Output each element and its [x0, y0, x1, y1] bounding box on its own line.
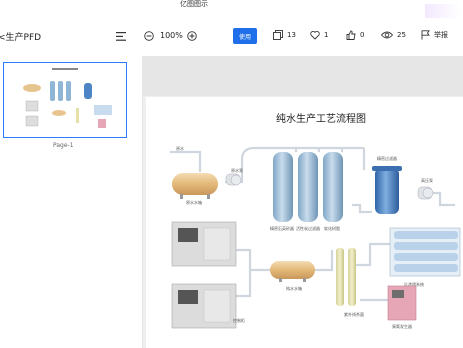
high-pressure-pump: 高压泵 [417, 177, 434, 200]
raw-water-tank: 原水水箱 [172, 173, 218, 205]
heart-icon [310, 31, 320, 40]
top-bar: 亿图图示 [0, 0, 463, 18]
zoom-out-icon[interactable] [144, 31, 154, 41]
tank2-label: 纯水水箱 [286, 285, 302, 291]
pump1-label: 原水泵 [231, 167, 243, 173]
use-button[interactable]: 使用 [233, 28, 257, 44]
report-button[interactable]: 举报 [421, 30, 448, 40]
process-flow-diagram: 原水 原水水箱 原水泵 精密石英砂器 活性炭过滤器 软化树脂 精密过滤器 高压泵 [170, 145, 461, 329]
ro-system: 反渗透系统 [389, 227, 461, 287]
page-label: Page-1 [53, 142, 74, 149]
control-cabinet-top [171, 221, 237, 267]
thumbs-stat[interactable]: 0 [346, 30, 364, 40]
filter2-label: 活性炭过滤器 [296, 225, 320, 231]
canvas-ruler [143, 56, 463, 96]
top-decoration [425, 4, 461, 18]
precision-filter: 精密过滤器 [372, 155, 402, 214]
raw-tank-label: 原水水箱 [186, 199, 202, 205]
zoom-level: 100% [160, 31, 183, 40]
control-cabinet-bottom: 控制柜 [171, 283, 245, 329]
ctrl-label: 控制柜 [233, 317, 245, 323]
filter1-label: 精密石英砂器 [270, 225, 294, 231]
thumbs-count: 0 [360, 31, 365, 39]
raw-water-label: 原水 [176, 145, 184, 151]
filter-vessels: 精密石英砂器 活性炭过滤器 软化树脂 [270, 152, 343, 231]
page-thumbnail[interactable] [3, 62, 127, 138]
menu-icon[interactable] [116, 32, 126, 41]
pure-water-tank: 纯水水箱 [270, 261, 315, 291]
copy-icon [273, 30, 283, 40]
report-label: 举报 [434, 31, 448, 39]
document-title[interactable]: <生产PFD [0, 30, 41, 43]
pages-count: 13 [287, 31, 296, 39]
raw-water-pump: 原水泵 [225, 167, 243, 186]
eye-icon [381, 31, 393, 39]
filter3-label: 软化树脂 [324, 225, 340, 231]
pages-stat[interactable]: 13 [273, 30, 296, 40]
app-title: 亿图图示 [180, 0, 208, 8]
flag-icon [421, 30, 430, 40]
precision-label: 精密过滤器 [377, 155, 397, 161]
thumbnail-preview [23, 68, 112, 128]
views-count: 25 [397, 31, 406, 39]
cabinet-label: 臭氧发生器 [392, 323, 412, 329]
views-stat: 25 [381, 30, 406, 40]
thumbs-up-icon [346, 30, 356, 40]
pump2-label: 高压泵 [421, 177, 433, 183]
zoom-in-icon[interactable] [187, 31, 197, 41]
uv-label: 紫外线杀菌 [344, 311, 364, 317]
uv-sterilizer: 紫外线杀菌 [336, 248, 364, 317]
likes-count: 1 [324, 31, 329, 39]
filling-machine: 臭氧发生器 [387, 285, 417, 329]
likes-stat[interactable]: 1 [310, 30, 328, 40]
